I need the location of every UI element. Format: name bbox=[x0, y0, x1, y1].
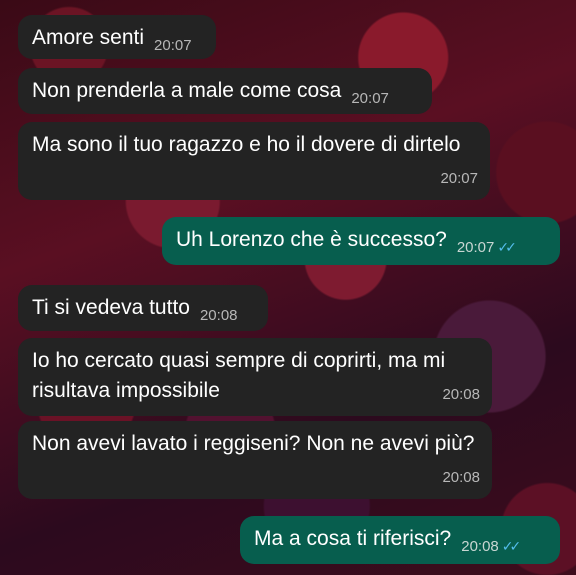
message-time: 20:07 bbox=[351, 90, 389, 107]
chat-thread: Amore senti 20:07 Non prenderla a male co… bbox=[0, 0, 576, 575]
message-bubble-incoming[interactable]: Amore senti 20:07 bbox=[18, 15, 216, 59]
message-bubble-outgoing[interactable]: Uh Lorenzo che è successo? 20:07 ✓✓ bbox=[162, 217, 560, 265]
message-bubble-incoming[interactable]: Non prenderla a male come cosa 20:07 bbox=[18, 68, 432, 114]
message-text: Amore senti bbox=[32, 26, 145, 49]
message-bubble-outgoing[interactable]: Ma a cosa ti riferisci? 20:08 ✓✓ bbox=[240, 516, 560, 564]
message-text: Uh Lorenzo che è successo? bbox=[176, 228, 447, 251]
message-time: 20:08 bbox=[199, 307, 238, 324]
double-check-icon: ✓✓ bbox=[497, 239, 517, 255]
message-text: Non prenderla a male come cosa bbox=[32, 79, 342, 102]
message-bubble-incoming[interactable]: Io ho cercato quasi sempre di coprirti, … bbox=[18, 338, 492, 416]
message-text: Non avevi lavato i reggiseni? Non ne ave… bbox=[32, 432, 475, 455]
message-time: 20:07 bbox=[440, 170, 478, 187]
message-bubble-incoming[interactable]: Non avevi lavato i reggiseni? Non ne ave… bbox=[18, 421, 492, 499]
message-time: 20:07 ✓✓ bbox=[456, 239, 517, 256]
message-bubble-incoming[interactable]: Ti si vedeva tutto 20:08 bbox=[18, 285, 268, 331]
message-bubble-incoming[interactable]: Ma sono il tuo ragazzo e ho il dovere di… bbox=[18, 122, 490, 200]
message-text: Ti si vedeva tutto bbox=[32, 296, 190, 319]
message-text: Ma a cosa ti riferisci? bbox=[254, 527, 452, 550]
message-time: 20:07 bbox=[154, 37, 192, 54]
message-time: 20:08 bbox=[442, 386, 480, 403]
message-text: Ma sono il tuo ragazzo e ho il dovere di… bbox=[32, 133, 461, 156]
double-check-icon: ✓✓ bbox=[501, 538, 522, 554]
message-time: 20:08 bbox=[442, 469, 480, 486]
message-time: 20:08 ✓✓ bbox=[461, 538, 522, 555]
message-text: Io ho cercato quasi sempre di coprirti, … bbox=[32, 349, 446, 402]
